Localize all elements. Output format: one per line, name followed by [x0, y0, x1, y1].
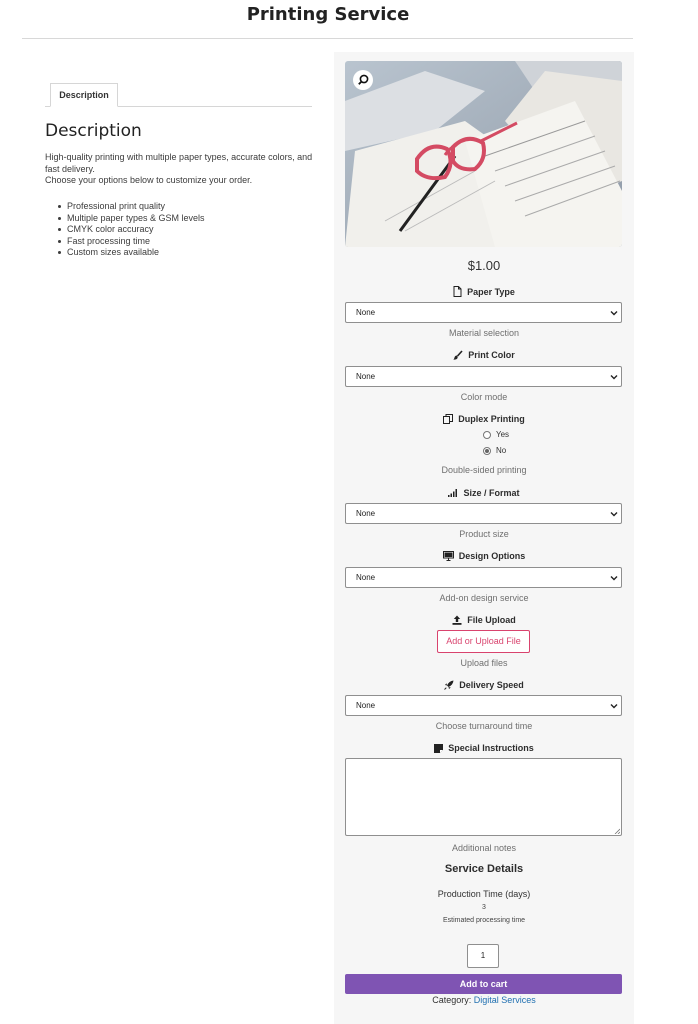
duplex-option-label: Yes [496, 430, 510, 439]
upload-icon [452, 615, 462, 625]
production-time-label: Production Time (days) [437, 889, 531, 899]
feature-item: CMYK color accuracy [58, 224, 205, 236]
duplex-label: Duplex Printing [334, 414, 634, 424]
duplex-option-label: No [496, 446, 507, 455]
duplex-help: Double-sided printing [441, 465, 527, 475]
product-price: $1.00 [467, 258, 501, 273]
instructions-label: Special Instructions [334, 743, 634, 753]
production-time-help: Estimated processing time [442, 917, 526, 924]
chevron-down-icon [610, 512, 618, 517]
paper-type-select[interactable]: None [345, 302, 622, 323]
tab-description[interactable]: Description [50, 83, 118, 107]
print-color-help: Color mode [460, 392, 508, 402]
duplex-option-no[interactable]: No [483, 446, 506, 455]
rocket-icon [444, 680, 454, 690]
chevron-down-icon [610, 576, 618, 581]
feature-item: Fast processing time [58, 236, 205, 248]
upload-help: Upload files [460, 658, 508, 668]
signal-bars-icon [448, 489, 458, 497]
description-line: Choose your options below to customize y… [45, 175, 253, 185]
design-help: Add-on design service [439, 593, 529, 603]
instructions-help: Additional notes [451, 843, 517, 853]
add-upload-file-button[interactable]: Add or Upload File [437, 630, 530, 653]
product-category: Category: Digital Services [334, 995, 634, 1005]
description-line: High-quality printing with multiple pape… [45, 152, 313, 174]
design-select[interactable]: None [345, 567, 622, 588]
service-details-title: Service Details [444, 863, 524, 875]
size-select[interactable]: None [345, 503, 622, 524]
duplex-label-text: Duplex Printing [458, 414, 525, 424]
design-value: None [356, 573, 376, 582]
resize-handle-icon[interactable] [614, 828, 620, 834]
category-link[interactable]: Digital Services [474, 995, 536, 1005]
special-instructions-textarea[interactable] [345, 758, 622, 836]
add-to-cart-button[interactable]: Add to cart [345, 974, 622, 994]
size-label: Size / Format [334, 488, 634, 498]
delivery-label: Delivery Speed [334, 680, 634, 690]
upload-label: File Upload [334, 615, 634, 625]
page-title: Printing Service [246, 4, 410, 25]
quantity-input[interactable]: 1 [467, 944, 499, 968]
print-color-value: None [356, 372, 376, 381]
delivery-label-text: Delivery Speed [459, 680, 524, 690]
duplicate-icon [443, 414, 454, 424]
size-help: Product size [459, 529, 509, 539]
category-label: Category: [432, 995, 472, 1005]
tab-bar: Description [45, 83, 312, 107]
file-icon [453, 286, 462, 297]
paper-type-help: Material selection [448, 328, 520, 338]
chevron-down-icon [610, 375, 618, 380]
monitor-icon [442, 551, 454, 561]
feature-item: Multiple paper types & GSM levels [58, 213, 205, 225]
delivery-value: None [356, 701, 376, 710]
design-label: Design Options [334, 551, 634, 561]
print-color-label-text: Print Color [468, 350, 515, 360]
feature-list: Professional print quality Multiple pape… [58, 201, 205, 259]
description-text: High-quality printing with multiple pape… [45, 152, 317, 187]
title-divider [22, 38, 633, 39]
radio-button[interactable] [483, 446, 491, 455]
delivery-select[interactable]: None [345, 695, 622, 716]
paper-type-value: None [356, 308, 376, 317]
magnifier-icon [358, 74, 369, 85]
chevron-down-icon [610, 311, 618, 316]
delivery-help: Choose turnaround time [435, 721, 533, 731]
paper-type-label: Paper Type [334, 286, 634, 297]
paintbrush-icon [453, 350, 463, 360]
chevron-down-icon [610, 704, 618, 709]
note-icon [434, 743, 444, 753]
instructions-label-text: Special Instructions [448, 743, 534, 753]
description-heading: Description [45, 121, 142, 141]
feature-item: Professional print quality [58, 201, 205, 213]
paper-type-label-text: Paper Type [467, 286, 515, 297]
print-color-label: Print Color [334, 350, 634, 360]
feature-item: Custom sizes available [58, 247, 205, 259]
duplex-option-yes[interactable]: Yes [483, 430, 509, 439]
size-value: None [356, 509, 376, 518]
design-label-text: Design Options [458, 551, 526, 561]
size-label-text: Size / Format [463, 488, 520, 498]
upload-label-text: File Upload [467, 615, 516, 625]
production-time-value: 3 [482, 904, 486, 911]
product-image[interactable] [345, 61, 622, 247]
radio-button[interactable] [483, 430, 491, 439]
image-zoom-button[interactable] [353, 70, 373, 90]
print-color-select[interactable]: None [345, 366, 622, 387]
